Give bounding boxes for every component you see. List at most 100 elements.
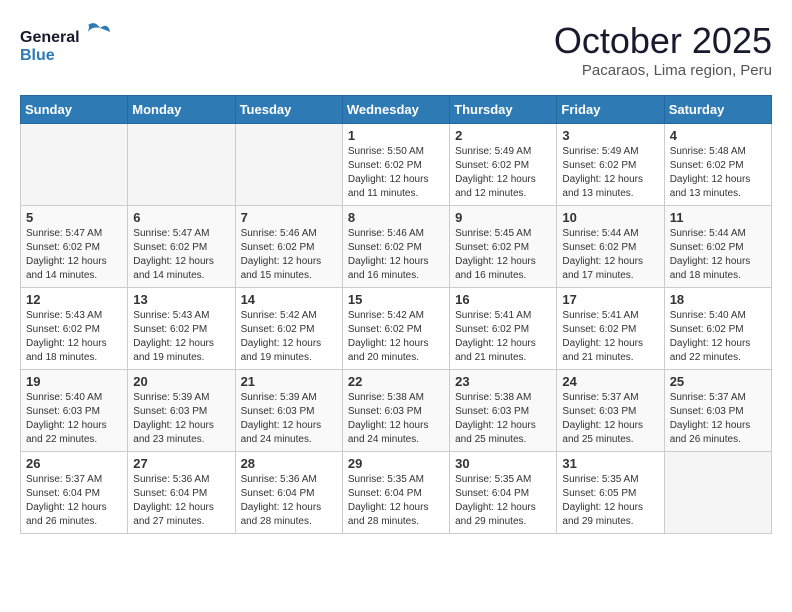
day-number: 13 <box>133 292 229 307</box>
calendar-day-cell: 22 Sunrise: 5:38 AMSunset: 6:03 PMDayligh… <box>342 370 449 452</box>
calendar-table: SundayMondayTuesdayWednesdayThursdayFrid… <box>20 95 772 534</box>
day-info: Sunrise: 5:37 AMSunset: 6:03 PMDaylight:… <box>562 391 658 447</box>
day-number: 2 <box>455 128 551 143</box>
svg-text:Blue: Blue <box>20 47 55 64</box>
day-info: Sunrise: 5:35 AMSunset: 6:05 PMDaylight:… <box>562 473 658 529</box>
calendar-day-cell: 25 Sunrise: 5:37 AMSunset: 6:03 PMDayligh… <box>664 370 771 452</box>
day-number: 7 <box>241 210 337 225</box>
calendar-day-cell: 28 Sunrise: 5:36 AMSunset: 6:04 PMDayligh… <box>235 452 342 534</box>
calendar-week-row: 26 Sunrise: 5:37 AMSunset: 6:04 PMDayligh… <box>21 452 772 534</box>
calendar-day-cell: 13Sunrise: 5:43 AMSunset: 6:02 PMDayligh… <box>128 288 235 370</box>
calendar-week-row: 1 Sunrise: 5:50 AMSunset: 6:02 PMDaylight… <box>21 124 772 206</box>
calendar-day-cell: 24 Sunrise: 5:37 AMSunset: 6:03 PMDayligh… <box>557 370 664 452</box>
day-info: Sunrise: 5:39 AMSunset: 6:03 PMDaylight:… <box>241 391 337 447</box>
day-info: Sunrise: 5:38 AMSunset: 6:03 PMDaylight:… <box>348 391 444 447</box>
calendar-day-cell: 16 Sunrise: 5:41 AMSunset: 6:02 PMDayligh… <box>450 288 557 370</box>
day-info: Sunrise: 5:46 AMSunset: 6:02 PMDaylight:… <box>241 227 337 283</box>
day-info: Sunrise: 5:45 AMSunset: 6:02 PMDaylight:… <box>455 227 551 283</box>
day-number: 16 <box>455 292 551 307</box>
day-number: 4 <box>670 128 766 143</box>
calendar-week-row: 5Sunrise: 5:47 AMSunset: 6:02 PMDaylight… <box>21 206 772 288</box>
calendar-day-cell: 10 Sunrise: 5:44 AMSunset: 6:02 PMDayligh… <box>557 206 664 288</box>
calendar-day-cell: 29Sunrise: 5:35 AMSunset: 6:04 PMDayligh… <box>342 452 449 534</box>
day-info: Sunrise: 5:40 AMSunset: 6:02 PMDaylight:… <box>670 309 766 365</box>
calendar-day-cell <box>21 124 128 206</box>
day-number: 10 <box>562 210 658 225</box>
day-info: Sunrise: 5:47 AMSunset: 6:02 PMDaylight:… <box>133 227 229 283</box>
day-info: Sunrise: 5:35 AMSunset: 6:04 PMDaylight:… <box>348 473 444 529</box>
day-info: Sunrise: 5:36 AMSunset: 6:04 PMDaylight:… <box>133 473 229 529</box>
calendar-day-cell: 12Sunrise: 5:43 AMSunset: 6:02 PMDayligh… <box>21 288 128 370</box>
day-number: 1 <box>348 128 444 143</box>
day-info: Sunrise: 5:42 AMSunset: 6:02 PMDaylight:… <box>241 309 337 365</box>
day-number: 20 <box>133 374 229 389</box>
calendar-day-cell: 7 Sunrise: 5:46 AMSunset: 6:02 PMDaylight… <box>235 206 342 288</box>
calendar-day-cell <box>128 124 235 206</box>
calendar-day-cell: 23Sunrise: 5:38 AMSunset: 6:03 PMDayligh… <box>450 370 557 452</box>
calendar-day-cell: 30Sunrise: 5:35 AMSunset: 6:04 PMDayligh… <box>450 452 557 534</box>
day-number: 24 <box>562 374 658 389</box>
calendar-day-cell: 3 Sunrise: 5:49 AMSunset: 6:02 PMDaylight… <box>557 124 664 206</box>
calendar-day-cell: 11Sunrise: 5:44 AMSunset: 6:02 PMDayligh… <box>664 206 771 288</box>
day-info: Sunrise: 5:37 AMSunset: 6:04 PMDaylight:… <box>26 473 122 529</box>
day-info: Sunrise: 5:38 AMSunset: 6:03 PMDaylight:… <box>455 391 551 447</box>
day-info: Sunrise: 5:50 AMSunset: 6:02 PMDaylight:… <box>348 145 444 201</box>
title-block: October 2025 Pacaraos, Lima region, Peru <box>554 20 772 79</box>
calendar-day-cell: 9 Sunrise: 5:45 AMSunset: 6:02 PMDaylight… <box>450 206 557 288</box>
day-info: Sunrise: 5:49 AMSunset: 6:02 PMDaylight:… <box>455 145 551 201</box>
day-info: Sunrise: 5:41 AMSunset: 6:02 PMDaylight:… <box>562 309 658 365</box>
day-info: Sunrise: 5:46 AMSunset: 6:02 PMDaylight:… <box>348 227 444 283</box>
calendar-week-row: 19 Sunrise: 5:40 AMSunset: 6:03 PMDayligh… <box>21 370 772 452</box>
day-number: 6 <box>133 210 229 225</box>
weekday-header-friday: Friday <box>557 96 664 124</box>
day-info: Sunrise: 5:42 AMSunset: 6:02 PMDaylight:… <box>348 309 444 365</box>
calendar-day-cell: 5Sunrise: 5:47 AMSunset: 6:02 PMDaylight… <box>21 206 128 288</box>
day-number: 12 <box>26 292 122 307</box>
day-number: 19 <box>26 374 122 389</box>
day-number: 8 <box>348 210 444 225</box>
day-info: Sunrise: 5:49 AMSunset: 6:02 PMDaylight:… <box>562 145 658 201</box>
calendar-day-cell: 4 Sunrise: 5:48 AMSunset: 6:02 PMDaylight… <box>664 124 771 206</box>
weekday-header-monday: Monday <box>128 96 235 124</box>
calendar-day-cell: 2 Sunrise: 5:49 AMSunset: 6:02 PMDaylight… <box>450 124 557 206</box>
calendar-day-cell: 20 Sunrise: 5:39 AMSunset: 6:03 PMDayligh… <box>128 370 235 452</box>
svg-text:General: General <box>20 29 80 46</box>
day-info: Sunrise: 5:40 AMSunset: 6:03 PMDaylight:… <box>26 391 122 447</box>
calendar-week-row: 12Sunrise: 5:43 AMSunset: 6:02 PMDayligh… <box>21 288 772 370</box>
day-number: 18 <box>670 292 766 307</box>
day-number: 31 <box>562 456 658 471</box>
weekday-header-sunday: Sunday <box>21 96 128 124</box>
day-number: 17 <box>562 292 658 307</box>
calendar-day-cell: 14Sunrise: 5:42 AMSunset: 6:02 PMDayligh… <box>235 288 342 370</box>
calendar-day-cell: 27 Sunrise: 5:36 AMSunset: 6:04 PMDayligh… <box>128 452 235 534</box>
day-info: Sunrise: 5:37 AMSunset: 6:03 PMDaylight:… <box>670 391 766 447</box>
calendar-title: October 2025 <box>554 20 772 62</box>
day-number: 26 <box>26 456 122 471</box>
calendar-day-cell: 8 Sunrise: 5:46 AMSunset: 6:02 PMDaylight… <box>342 206 449 288</box>
day-number: 21 <box>241 374 337 389</box>
day-info: Sunrise: 5:44 AMSunset: 6:02 PMDaylight:… <box>562 227 658 283</box>
day-info: Sunrise: 5:47 AMSunset: 6:02 PMDaylight:… <box>26 227 122 283</box>
day-info: Sunrise: 5:41 AMSunset: 6:02 PMDaylight:… <box>455 309 551 365</box>
day-number: 15 <box>348 292 444 307</box>
day-number: 30 <box>455 456 551 471</box>
day-number: 9 <box>455 210 551 225</box>
logo: General Blue <box>20 20 110 68</box>
day-number: 27 <box>133 456 229 471</box>
calendar-day-cell: 17 Sunrise: 5:41 AMSunset: 6:02 PMDayligh… <box>557 288 664 370</box>
calendar-subtitle: Pacaraos, Lima region, Peru <box>554 62 772 79</box>
day-number: 28 <box>241 456 337 471</box>
day-number: 22 <box>348 374 444 389</box>
calendar-day-cell: 1 Sunrise: 5:50 AMSunset: 6:02 PMDaylight… <box>342 124 449 206</box>
calendar-day-cell: 18 Sunrise: 5:40 AMSunset: 6:02 PMDayligh… <box>664 288 771 370</box>
day-info: Sunrise: 5:36 AMSunset: 6:04 PMDaylight:… <box>241 473 337 529</box>
calendar-day-cell: 26 Sunrise: 5:37 AMSunset: 6:04 PMDayligh… <box>21 452 128 534</box>
weekday-header-row: SundayMondayTuesdayWednesdayThursdayFrid… <box>21 96 772 124</box>
day-number: 25 <box>670 374 766 389</box>
weekday-header-wednesday: Wednesday <box>342 96 449 124</box>
day-number: 3 <box>562 128 658 143</box>
weekday-header-thursday: Thursday <box>450 96 557 124</box>
weekday-header-tuesday: Tuesday <box>235 96 342 124</box>
day-info: Sunrise: 5:48 AMSunset: 6:02 PMDaylight:… <box>670 145 766 201</box>
day-info: Sunrise: 5:39 AMSunset: 6:03 PMDaylight:… <box>133 391 229 447</box>
